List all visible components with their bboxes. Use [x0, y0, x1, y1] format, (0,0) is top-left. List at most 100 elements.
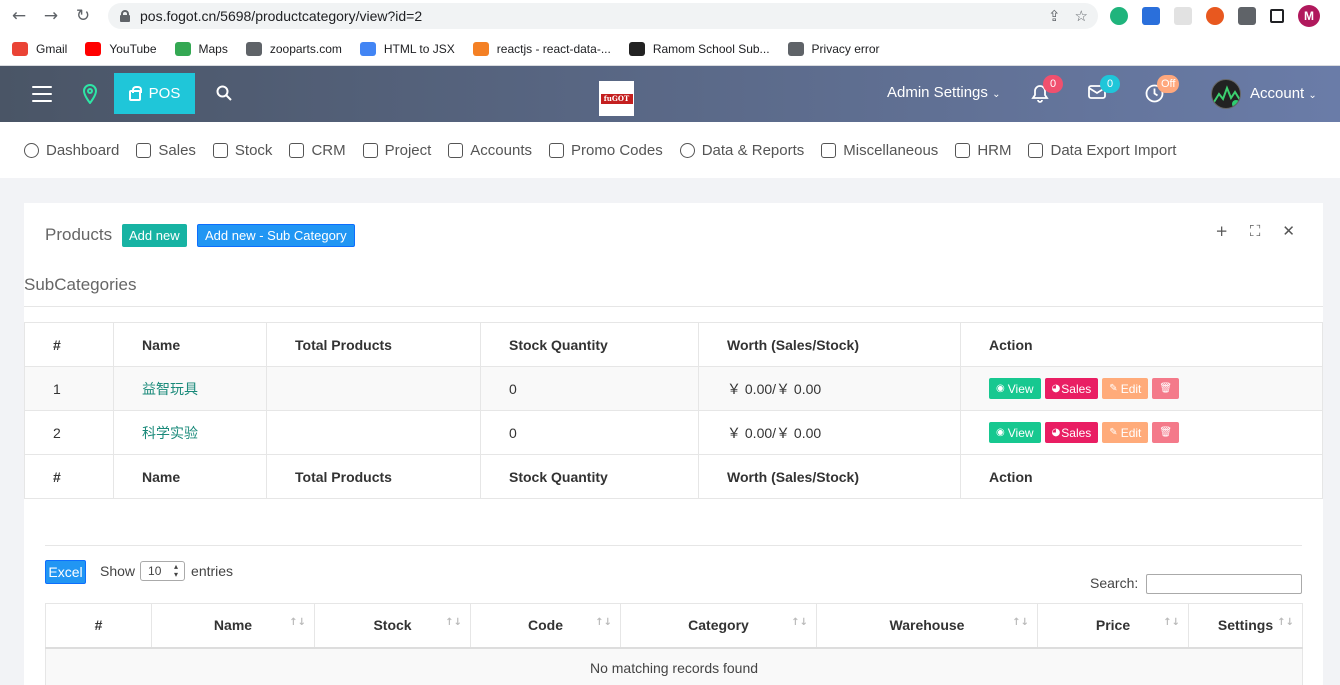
- extension-generic-icon[interactable]: [1174, 7, 1192, 25]
- forward-icon[interactable]: →: [40, 5, 62, 27]
- sortable-col-header[interactable]: Warehouse ↑↓: [816, 603, 1038, 649]
- menu-item[interactable]: CRM: [289, 141, 346, 159]
- sortable-col-header: #: [45, 603, 152, 649]
- close-icon[interactable]: ✕: [1282, 222, 1295, 240]
- share-icon[interactable]: ⇪: [1048, 7, 1061, 25]
- back-icon[interactable]: ←: [8, 5, 30, 27]
- menu-item[interactable]: Sales: [136, 142, 196, 159]
- menu-item-label: HRM: [977, 141, 1012, 159]
- bookmarks-bar: Gmail YouTube Maps zooparts.com HTML to JSX r…: [0, 32, 1340, 66]
- menu-item[interactable]: HRM: [955, 142, 1011, 159]
- bookmark-favicon-icon: [472, 41, 489, 56]
- menu-item-label: CRM: [311, 141, 346, 159]
- col-header: Stock Quantity: [480, 322, 699, 367]
- menu-item[interactable]: Data & Reports: [679, 142, 804, 159]
- account-dropdown[interactable]: Account ⌄: [1250, 85, 1317, 102]
- action-cell: ◉ View ◕ Sales ✎ Edit 🗑: [960, 366, 1323, 411]
- briefcase-icon: [362, 142, 378, 158]
- bookmark-item[interactable]: reactjs - react-data-...: [472, 41, 611, 56]
- search-icon[interactable]: [216, 85, 232, 101]
- menu-item[interactable]: Accounts: [448, 142, 532, 159]
- diamond-icon: [289, 142, 305, 158]
- menu-item[interactable]: Miscellaneous: [821, 142, 938, 159]
- admin-settings-dropdown[interactable]: Admin Settings ⌄: [887, 84, 1000, 101]
- bookmark-label: zooparts.com: [269, 41, 342, 56]
- bookmark-favicon-icon: [174, 41, 191, 56]
- profile-avatar[interactable]: M: [1298, 5, 1320, 27]
- sortable-col-header[interactable]: Name ↑↓: [151, 603, 315, 649]
- menu-item-label: Project: [384, 141, 432, 159]
- layers-icon: [212, 142, 228, 158]
- row-number: 2: [24, 410, 114, 455]
- bookmark-item[interactable]: zooparts.com: [245, 41, 342, 56]
- extension-grammarly-icon[interactable]: [1110, 7, 1128, 25]
- sortable-col-header[interactable]: Code ↑↓: [470, 603, 621, 649]
- subcategory-link[interactable]: 益智玩具: [142, 381, 198, 397]
- col-footer: Action: [960, 454, 1323, 499]
- extension-shield-icon[interactable]: [1142, 7, 1160, 25]
- address-bar[interactable]: pos.fogot.cn/5698/productcategory/view?i…: [108, 3, 1098, 29]
- edit-button[interactable]: ✎ Edit: [1102, 422, 1149, 443]
- brand-logo[interactable]: fuGOT: [599, 81, 634, 116]
- entries-select[interactable]: 10: [140, 561, 186, 581]
- location-pin-icon[interactable]: [82, 84, 98, 104]
- browser-toolbar: ← → ↻ pos.fogot.cn/5698/productcategory/…: [0, 0, 1340, 32]
- user-avatar[interactable]: [1211, 79, 1241, 109]
- url-text[interactable]: pos.fogot.cn/5698/productcategory/view?i…: [140, 8, 422, 24]
- bolt-icon: [549, 142, 564, 158]
- search-input[interactable]: [1146, 574, 1302, 594]
- search-label: Search:: [1090, 575, 1139, 591]
- menu-item[interactable]: Data Export Import: [1028, 142, 1176, 159]
- sortable-col-header[interactable]: Settings ↑↓: [1188, 603, 1303, 649]
- reload-icon[interactable]: ↻: [72, 5, 94, 27]
- edit-button[interactable]: ✎ Edit: [1102, 378, 1149, 399]
- view-button[interactable]: ◉ View: [989, 422, 1041, 443]
- bookmark-item[interactable]: Privacy error: [787, 41, 880, 56]
- bookmark-item[interactable]: YouTube: [85, 41, 157, 56]
- side-panel-icon[interactable]: [1270, 9, 1284, 23]
- menu-item[interactable]: Project: [362, 141, 432, 159]
- pencil-icon: ✎: [1109, 383, 1118, 394]
- menu-item[interactable]: Dashboard: [24, 142, 119, 159]
- bookmark-favicon-icon: [787, 41, 804, 56]
- sortable-col-header[interactable]: Price ↑↓: [1037, 603, 1189, 649]
- sales-button[interactable]: ◕ Sales: [1044, 378, 1099, 399]
- fullscreen-icon[interactable]: ⛶: [1250, 222, 1261, 240]
- menu-item[interactable]: Stock: [212, 142, 272, 159]
- subcategory-link[interactable]: 科学实验: [142, 425, 198, 441]
- bookmark-favicon-icon: [245, 41, 262, 56]
- messages-button[interactable]: 0: [1088, 75, 1120, 104]
- menu-item[interactable]: Promo Codes: [549, 142, 663, 159]
- pos-button[interactable]: POS: [114, 73, 195, 114]
- delete-button[interactable]: 🗑: [1152, 378, 1180, 399]
- bookmark-item[interactable]: Maps: [174, 41, 228, 56]
- menu-item-label: Promo Codes: [571, 141, 663, 159]
- expand-plus-icon[interactable]: +: [1215, 222, 1228, 240]
- bookmark-label: YouTube: [109, 41, 157, 56]
- bookmark-item[interactable]: Ramom School Sub...: [628, 41, 770, 56]
- add-sub-category-button[interactable]: Add new - Sub Category: [197, 224, 355, 247]
- extensions-puzzle-icon[interactable]: [1238, 7, 1256, 25]
- bookmark-label: Privacy error: [811, 41, 880, 56]
- clock-button[interactable]: Off: [1145, 75, 1180, 104]
- bookmark-item[interactable]: HTML to JSX: [359, 41, 455, 56]
- excel-export-button[interactable]: Excel: [45, 560, 86, 584]
- bookmark-item[interactable]: Gmail: [12, 41, 67, 56]
- add-new-button[interactable]: Add new: [122, 224, 187, 247]
- view-button[interactable]: ◉ View: [989, 378, 1041, 399]
- card-title: Products: [45, 225, 113, 244]
- sales-button[interactable]: ◕ Sales: [1044, 422, 1099, 443]
- bookmark-label: Maps: [198, 41, 228, 56]
- sortable-col-header[interactable]: Category ↑↓: [620, 603, 817, 649]
- hamburger-menu-icon[interactable]: [32, 86, 52, 102]
- delete-button[interactable]: 🗑: [1152, 422, 1180, 443]
- trash-icon: 🗑: [1159, 427, 1173, 438]
- notifications-button[interactable]: 0: [1031, 75, 1063, 104]
- col-header: #: [24, 322, 114, 367]
- extension-fire-icon[interactable]: [1206, 7, 1224, 25]
- app-header: POS Admin Settings ⌄ 0 0 Off Account ⌄: [0, 66, 1340, 122]
- bookmark-star-icon[interactable]: ☆: [1075, 7, 1088, 25]
- sortable-col-header[interactable]: Stock ↑↓: [314, 603, 471, 649]
- col-header: Name: [113, 322, 267, 367]
- sort-arrows-icon: ↑↓: [1012, 617, 1029, 628]
